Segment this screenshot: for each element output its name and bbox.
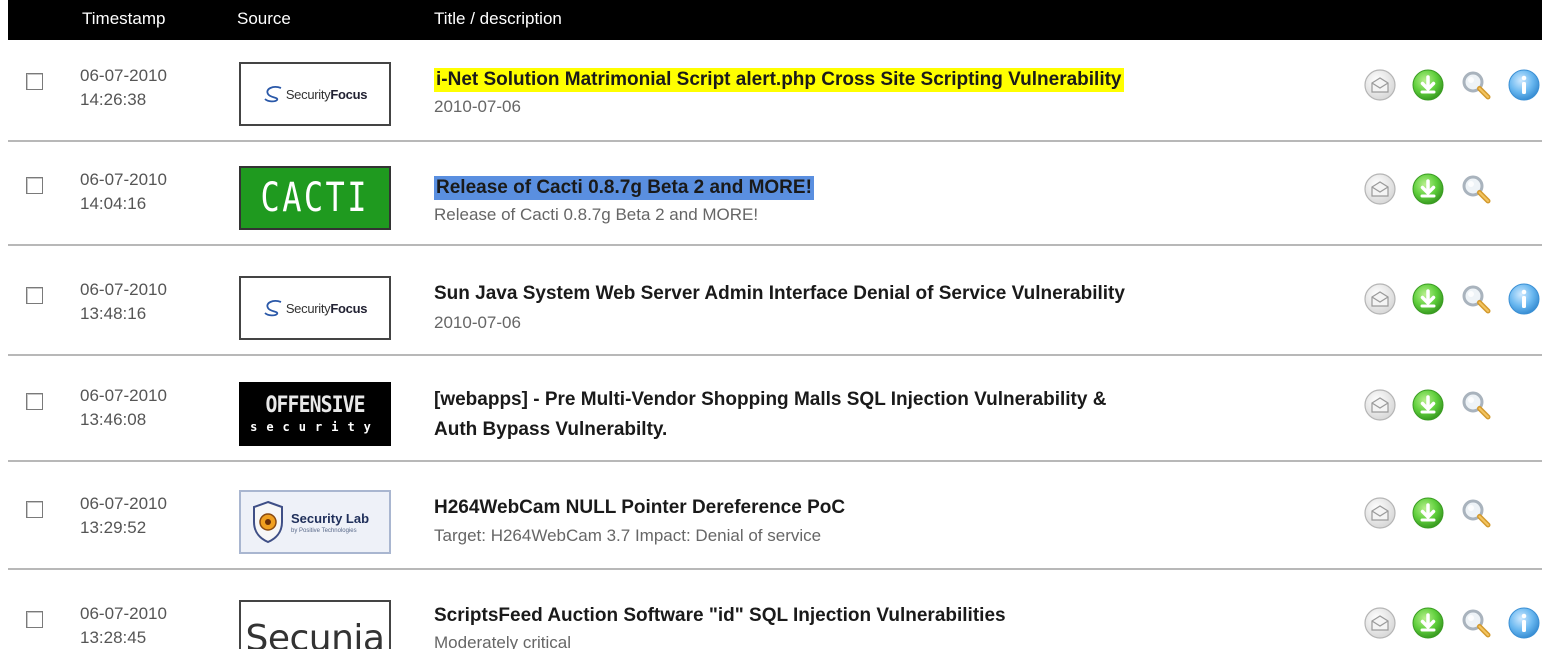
download-icon[interactable] bbox=[1411, 496, 1445, 530]
row-actions bbox=[1363, 496, 1493, 530]
timestamp-time: 13:29:52 bbox=[80, 518, 147, 537]
envelope-icon[interactable] bbox=[1363, 496, 1397, 530]
timestamp: 06-07-2010 13:48:16 bbox=[80, 278, 167, 326]
download-icon[interactable] bbox=[1411, 172, 1445, 206]
timestamp-date: 06-07-2010 bbox=[80, 494, 167, 513]
cacti-logo-text: CACTI bbox=[260, 175, 370, 221]
offensive-logo-bottom: security bbox=[250, 420, 380, 434]
table-row: 06-07-2010 13:29:52 Security Lab by Posi… bbox=[8, 468, 1542, 570]
timestamp: 06-07-2010 14:04:16 bbox=[80, 168, 167, 216]
item-title[interactable]: i-Net Solution Matrimonial Script alert.… bbox=[434, 68, 1124, 92]
table-row: 06-07-2010 13:46:08 OFFENSIVE security [… bbox=[8, 360, 1542, 462]
item-title[interactable]: Sun Java System Web Server Admin Interfa… bbox=[434, 282, 1125, 306]
download-icon[interactable] bbox=[1411, 68, 1445, 102]
item-title[interactable]: ScriptsFeed Auction Software "id" SQL In… bbox=[434, 604, 1006, 628]
envelope-icon[interactable] bbox=[1363, 282, 1397, 316]
envelope-icon[interactable] bbox=[1363, 388, 1397, 422]
row-checkbox[interactable] bbox=[26, 393, 43, 410]
magnifier-icon[interactable] bbox=[1459, 282, 1493, 316]
download-icon[interactable] bbox=[1411, 388, 1445, 422]
source-logo-securityfocus[interactable]: Security Focus bbox=[239, 276, 391, 340]
source-logo-security-lab[interactable]: Security Lab by Positive Technologies bbox=[239, 490, 391, 554]
timestamp: 06-07-2010 13:46:08 bbox=[80, 384, 167, 432]
source-name-part-1: Security bbox=[285, 86, 331, 102]
magnifier-icon[interactable] bbox=[1459, 172, 1493, 206]
column-header-title[interactable]: Title / description bbox=[434, 9, 562, 29]
row-checkbox[interactable] bbox=[26, 611, 43, 628]
source-name-part-2: Focus bbox=[330, 86, 368, 102]
securityfocus-logo: Security Focus bbox=[263, 85, 367, 103]
table-row: 06-07-2010 14:04:16 CACTI Release of Cac… bbox=[8, 144, 1542, 246]
timestamp-time: 14:26:38 bbox=[80, 90, 147, 109]
download-icon[interactable] bbox=[1411, 282, 1445, 316]
shield-icon bbox=[253, 500, 283, 544]
row-actions bbox=[1363, 68, 1541, 102]
table-row: 06-07-2010 13:28:45 Secunia ScriptsFeed … bbox=[8, 578, 1542, 649]
column-header-source[interactable]: Source bbox=[237, 9, 291, 29]
info-icon[interactable] bbox=[1507, 68, 1541, 102]
item-title[interactable]: Release of Cacti 0.8.7g Beta 2 and MORE! bbox=[434, 176, 814, 200]
magnifier-icon[interactable] bbox=[1459, 606, 1493, 640]
magnifier-icon[interactable] bbox=[1459, 496, 1493, 530]
security-lab-tagline: by Positive Technologies bbox=[291, 527, 357, 534]
item-description: 2010-07-06 bbox=[434, 313, 521, 332]
source-logo-secunia[interactable]: Secunia bbox=[239, 600, 391, 649]
timestamp-date: 06-07-2010 bbox=[80, 280, 167, 299]
timestamp-time: 13:28:45 bbox=[80, 628, 147, 647]
column-header-timestamp[interactable]: Timestamp bbox=[82, 9, 165, 29]
download-icon[interactable] bbox=[1411, 606, 1445, 640]
source-logo-securityfocus[interactable]: Security Focus bbox=[239, 62, 391, 126]
envelope-icon[interactable] bbox=[1363, 606, 1397, 640]
timestamp-date: 06-07-2010 bbox=[80, 604, 167, 623]
source-logo-offensive-security[interactable]: OFFENSIVE security bbox=[239, 382, 391, 446]
row-actions bbox=[1363, 172, 1493, 206]
source-name-part-2: Focus bbox=[330, 300, 368, 316]
timestamp-time: 13:48:16 bbox=[80, 304, 147, 323]
securityfocus-logo: Security Focus bbox=[263, 299, 367, 317]
table-row: 06-07-2010 14:26:38 Security Focus i-Net … bbox=[8, 40, 1542, 142]
offensive-logo-top: OFFENSIVE bbox=[265, 393, 365, 418]
table-header: Timestamp Source Title / description bbox=[8, 0, 1542, 40]
envelope-icon[interactable] bbox=[1363, 68, 1397, 102]
timestamp: 06-07-2010 14:26:38 bbox=[80, 64, 167, 112]
item-description: 2010-07-06 bbox=[434, 97, 521, 116]
secunia-logo-text: Secunia bbox=[245, 618, 386, 649]
item-description: Moderately critical bbox=[434, 633, 571, 649]
row-checkbox[interactable] bbox=[26, 287, 43, 304]
item-description: Target: H264WebCam 3.7 Impact: Denial of… bbox=[434, 526, 822, 545]
timestamp: 06-07-2010 13:29:52 bbox=[80, 492, 167, 540]
timestamp-date: 06-07-2010 bbox=[80, 386, 167, 405]
item-description: Release of Cacti 0.8.7g Beta 2 and MORE! bbox=[434, 205, 759, 224]
info-icon[interactable] bbox=[1507, 606, 1541, 640]
securityfocus-swoosh-icon bbox=[264, 300, 282, 317]
row-actions bbox=[1363, 282, 1541, 316]
magnifier-icon[interactable] bbox=[1459, 388, 1493, 422]
item-title[interactable]: H264WebCam NULL Pointer Dereference PoC bbox=[434, 496, 845, 520]
row-actions bbox=[1363, 606, 1541, 640]
source-logo-cacti[interactable]: CACTI bbox=[239, 166, 391, 230]
timestamp-date: 06-07-2010 bbox=[80, 170, 167, 189]
timestamp: 06-07-2010 13:28:45 bbox=[80, 602, 167, 649]
item-title-line-1[interactable]: [webapps] - Pre Multi-Vendor Shopping Ma… bbox=[434, 388, 1106, 412]
envelope-icon[interactable] bbox=[1363, 172, 1397, 206]
timestamp-time: 14:04:16 bbox=[80, 194, 147, 213]
item-title-line-2[interactable]: Auth Bypass Vulnerabilty. bbox=[434, 418, 667, 442]
source-name-part-1: Security bbox=[285, 300, 331, 316]
row-checkbox[interactable] bbox=[26, 177, 43, 194]
info-icon[interactable] bbox=[1507, 282, 1541, 316]
magnifier-icon[interactable] bbox=[1459, 68, 1493, 102]
row-checkbox[interactable] bbox=[26, 501, 43, 518]
securityfocus-swoosh-icon bbox=[264, 86, 282, 103]
security-lab-wordmark: Security Lab by Positive Technologies bbox=[291, 511, 369, 534]
timestamp-date: 06-07-2010 bbox=[80, 66, 167, 85]
timestamp-time: 13:46:08 bbox=[80, 410, 147, 429]
security-lab-name: Security Lab bbox=[291, 510, 370, 526]
row-actions bbox=[1363, 388, 1493, 422]
table-row: 06-07-2010 13:48:16 Security Focus Sun Ja… bbox=[8, 254, 1542, 356]
row-checkbox[interactable] bbox=[26, 73, 43, 90]
